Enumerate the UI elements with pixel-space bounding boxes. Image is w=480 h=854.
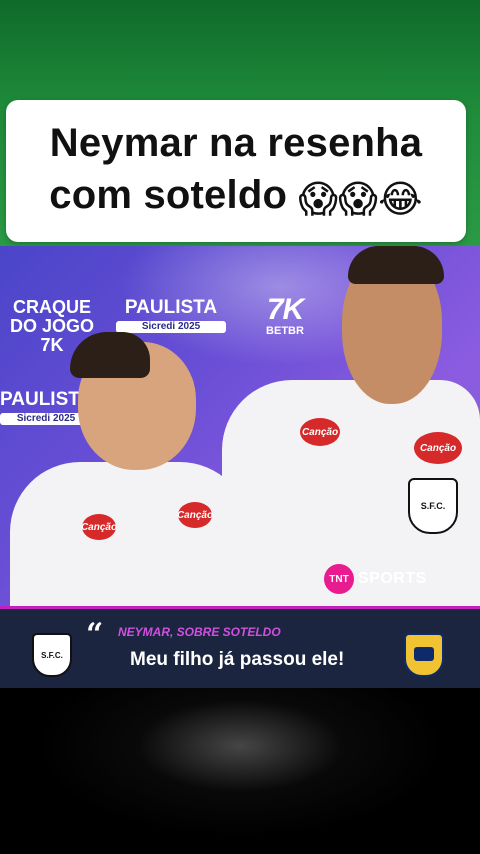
quote-attribution: NEYMAR, SOBRE SOTELDO bbox=[118, 625, 281, 639]
caption-line-2: com soteldo 😱😱😂 bbox=[49, 169, 422, 225]
cancao-badge: Canção bbox=[300, 418, 340, 446]
tnt-sports-logo: TNT SPORTS bbox=[324, 564, 427, 594]
cancao-badge: Canção bbox=[414, 432, 462, 464]
quote-icon: “ bbox=[86, 617, 104, 652]
quote-text: Meu filho já passou ele! bbox=[130, 649, 345, 670]
caption-card: Neymar na resenha com soteldo 😱😱😂 bbox=[6, 100, 466, 242]
quote-lower-third: S.F.C. “ NEYMAR, SOBRE SOTELDO Meu filho… bbox=[0, 606, 480, 688]
cancao-badge: Canção bbox=[177, 502, 213, 528]
caption-line-1: Neymar na resenha bbox=[49, 121, 423, 165]
laughing-emoji-icon: 😂 bbox=[378, 177, 423, 221]
scream-emoji-icon: 😱 bbox=[298, 177, 339, 221]
backdrop-betbr-text: BETBR bbox=[266, 324, 304, 337]
santos-crest-icon: S.F.C. bbox=[32, 633, 72, 677]
backdrop-paulista-text: PAULISTA bbox=[124, 297, 218, 318]
santos-crest-icon: S.F.C. bbox=[408, 478, 458, 534]
backdrop-7k-logo: 7K BETBR bbox=[250, 294, 320, 337]
bottom-dark-area bbox=[0, 688, 480, 854]
scream-emoji-icon: 😱 bbox=[338, 177, 379, 221]
soteldo-shirt bbox=[10, 462, 250, 606]
caption-line-2-text: com soteldo bbox=[49, 173, 288, 217]
video-frame[interactable]: CRAQUE DO JOGO 7K PAULISTA Sicredi 2025 … bbox=[0, 246, 480, 606]
cancao-badge: Canção bbox=[81, 514, 117, 540]
backdrop-sicredi-text: Sicredi 2025 bbox=[116, 320, 226, 334]
neymar-hair bbox=[348, 246, 444, 284]
backdrop-7k-text: 7K bbox=[266, 293, 304, 326]
backdrop-paulista-logo: PAULISTA Sicredi 2025 bbox=[116, 297, 226, 334]
tnt-logo-icon: TNT bbox=[324, 564, 354, 594]
tnt-sports-text: SPORTS bbox=[358, 570, 427, 587]
opponent-crest-icon bbox=[404, 633, 444, 677]
